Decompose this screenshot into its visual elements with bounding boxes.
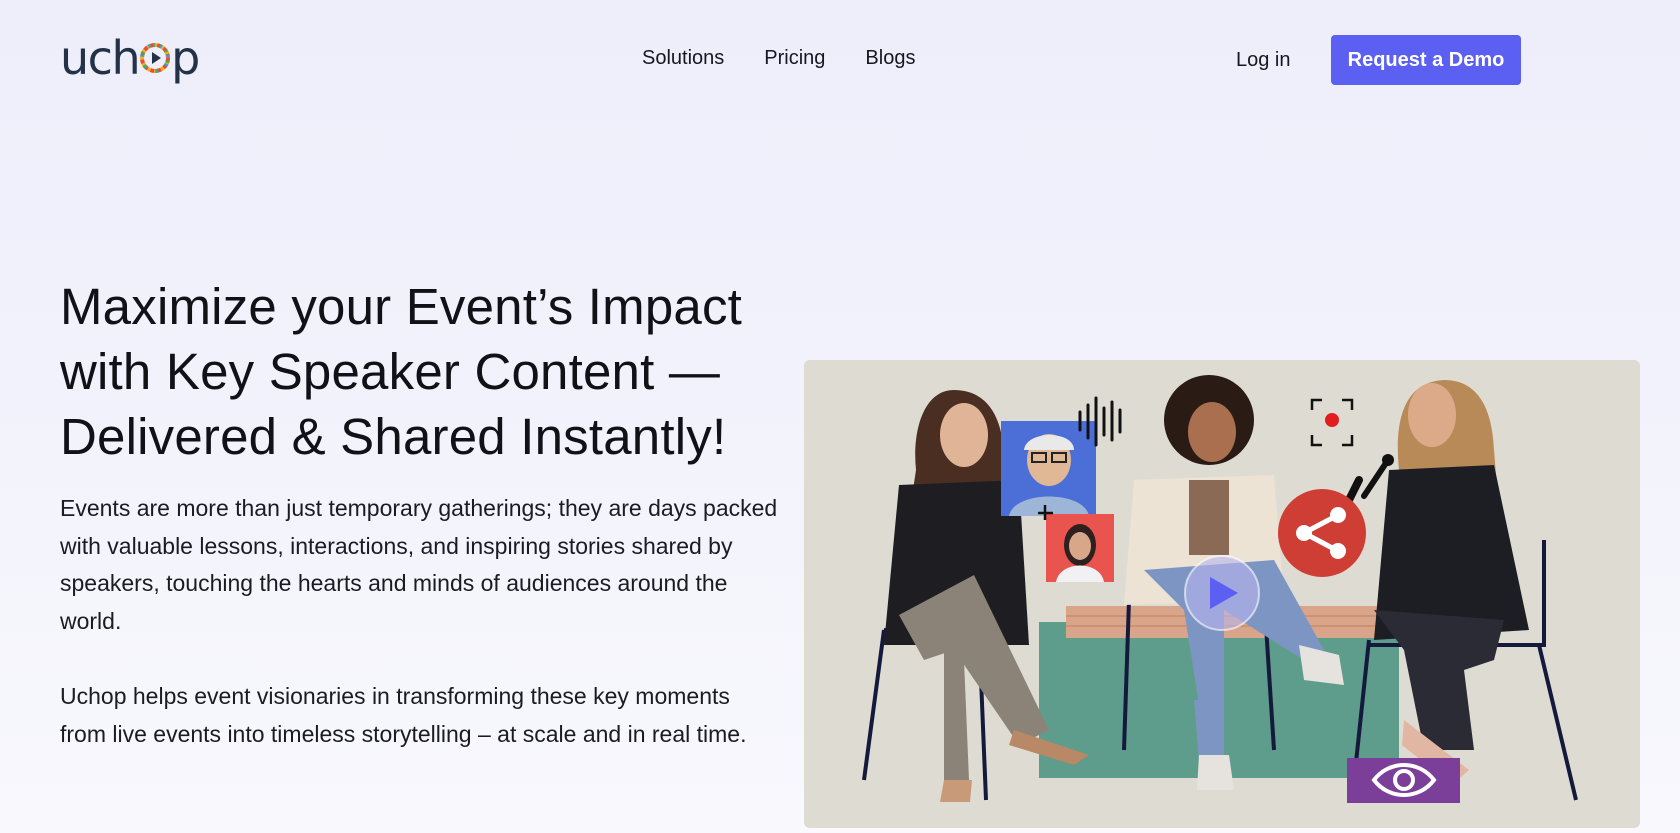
primary-nav: Solutions Pricing Blogs — [642, 47, 915, 70]
hero-title-line-3: Delivered & Shared Instantly! — [60, 408, 727, 465]
hero-title-line-2: with Key Speaker Content — — [60, 343, 721, 400]
hero-paragraph-2: Uchop helps event visionaries in transfo… — [60, 683, 747, 747]
share-icon[interactable] — [1278, 489, 1366, 577]
nav-link-solutions[interactable]: Solutions — [642, 47, 724, 70]
logo-text-right: p — [171, 31, 200, 85]
hero-title: Maximize your Event’s Impact with Key Sp… — [60, 274, 780, 469]
speaker-thumbnail-woman — [1046, 514, 1114, 582]
play-icon[interactable] — [1184, 555, 1260, 631]
request-demo-button[interactable]: Request a Demo — [1331, 35, 1521, 85]
hero-illustration — [804, 360, 1640, 828]
nav-link-pricing[interactable]: Pricing — [764, 47, 825, 70]
login-link[interactable]: Log in — [1236, 49, 1291, 72]
hero-title-line-1: Maximize your Event’s Impact — [60, 278, 743, 335]
hero-collage-svg — [804, 360, 1640, 828]
uchop-logo[interactable]: uch p — [60, 30, 200, 86]
logo-text-left: uch — [60, 31, 141, 85]
hero-paragraph-1: Events are more than just temporary gath… — [60, 495, 778, 634]
speaker-thumbnail-man — [1001, 421, 1096, 516]
logo-play-ring-icon — [140, 43, 171, 73]
record-dot — [1325, 413, 1339, 427]
nav-link-blogs[interactable]: Blogs — [865, 47, 915, 70]
eye-icon — [1347, 758, 1460, 803]
top-navigation: uch p Solutions Pricing Blogs Log in Req… — [0, 0, 1680, 120]
